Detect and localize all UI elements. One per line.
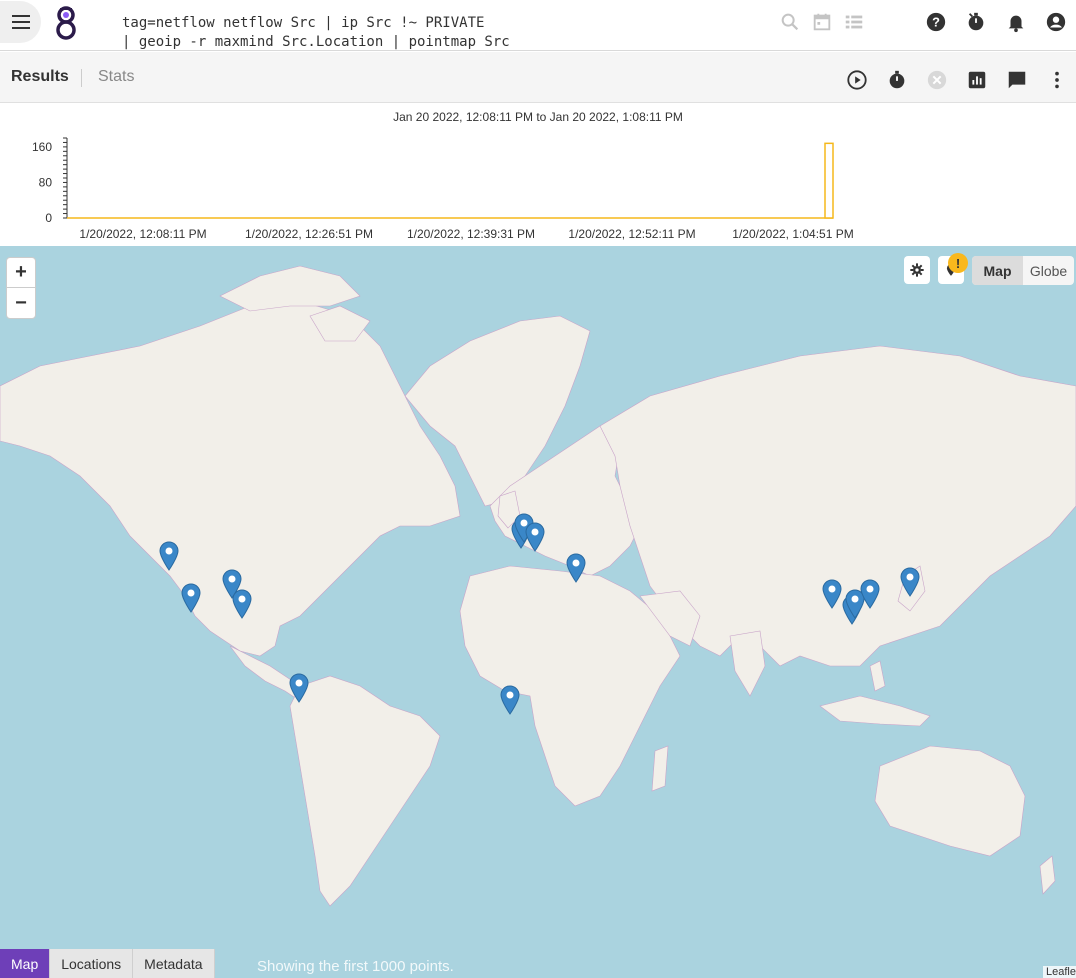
help-icon[interactable]: ? [925, 11, 947, 33]
world-map[interactable] [0, 246, 1076, 978]
x-tick-label: 1/20/2022, 12:39:31 PM [407, 227, 535, 241]
globe-view-button[interactable]: Globe [1023, 256, 1074, 285]
timer-icon[interactable] [965, 11, 987, 33]
zoom-out-button[interactable]: − [7, 288, 35, 318]
tab-map[interactable]: Map [0, 949, 51, 978]
map-view-button[interactable]: Map [972, 256, 1023, 285]
warning-badge[interactable]: ! [948, 253, 968, 273]
y-tick-label: 160 [32, 140, 52, 154]
svg-text:?: ? [932, 15, 940, 30]
menu-icon[interactable] [0, 1, 41, 43]
map-view[interactable]: + − ! Map Globe [0, 246, 1076, 978]
zoom-in-button[interactable]: + [7, 258, 35, 288]
play-icon[interactable] [845, 68, 869, 92]
bottom-tabs: Map Locations Metadata [0, 949, 215, 978]
search-icon[interactable] [779, 11, 801, 33]
x-tick-label: 1/20/2022, 12:08:11 PM [79, 227, 206, 241]
bar [824, 142, 834, 219]
y-tick-label: 80 [39, 175, 53, 189]
y-tick-label: 0 [45, 211, 52, 225]
cancel-icon[interactable] [925, 68, 949, 92]
chart-plot[interactable]: 160 80 0 1/20/2022, 12:08:11 PM 1/20/2022, 1… [0, 103, 1076, 246]
tab-metadata[interactable]: Metadata [133, 949, 215, 978]
leaflet-attribution[interactable]: Leaflet [1043, 966, 1076, 978]
more-icon[interactable] [1045, 68, 1069, 92]
tab-stats[interactable]: Stats [98, 68, 134, 86]
list-icon[interactable] [843, 11, 865, 33]
map-globe-toggle: Map Globe [972, 256, 1074, 285]
tab-divider [81, 69, 82, 87]
chart-icon[interactable] [965, 68, 989, 92]
tab-locations[interactable]: Locations [50, 949, 134, 978]
top-bar: tag=netflow netflow Src | ip Src !~ PRIV… [0, 0, 1076, 51]
comment-icon[interactable] [1005, 68, 1029, 92]
account-icon[interactable] [1045, 11, 1067, 33]
overview-chart[interactable]: Jan 20 2022, 12:08:11 PM to Jan 20 2022,… [0, 103, 1076, 246]
map-marker-icon[interactable] [500, 685, 520, 715]
tab-results[interactable]: Results [11, 68, 69, 86]
query-editor[interactable]: tag=netflow netflow Src | ip Src !~ PRIV… [122, 14, 762, 50]
stopwatch-icon[interactable] [885, 68, 909, 92]
query-line-2: | geoip -r maxmind Src.Location | pointm… [122, 34, 510, 50]
zoom-control: + − [6, 257, 36, 319]
points-status: Showing the first 1000 points. [257, 958, 454, 975]
calendar-icon[interactable] [811, 11, 833, 33]
x-tick-label: 1/20/2022, 12:26:51 PM [245, 227, 373, 241]
bell-icon[interactable] [1005, 11, 1027, 33]
x-tick-label: 1/20/2022, 12:52:11 PM [568, 227, 695, 241]
gear-icon [910, 263, 924, 277]
map-settings-button[interactable] [904, 256, 930, 284]
results-toolbar: Results Stats [0, 52, 1076, 103]
x-tick-label: 1/20/2022, 1:04:51 PM [732, 227, 853, 241]
query-line-1: tag=netflow netflow Src | ip Src !~ PRIV… [122, 15, 485, 31]
gravwell-logo-icon [56, 5, 76, 41]
